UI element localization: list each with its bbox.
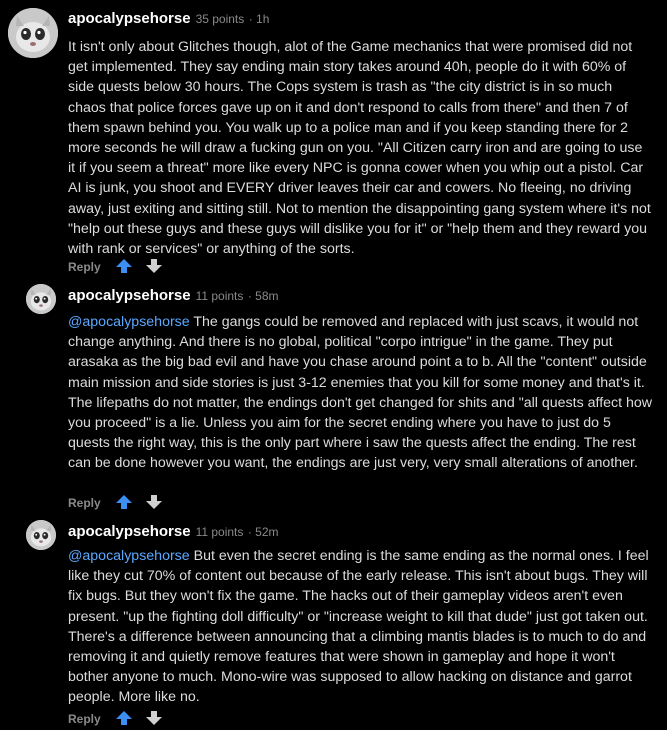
upvote-arrow-icon[interactable] <box>115 259 134 275</box>
downvote-arrow-icon[interactable] <box>145 259 164 275</box>
comment-text: It isn't only about Glitches though, alo… <box>68 39 651 258</box>
upvote-arrow-icon[interactable] <box>115 711 134 727</box>
comment-text: But even the secret ending is the same e… <box>68 548 649 706</box>
comment-text: The gangs could be removed and replaced … <box>68 314 653 472</box>
username[interactable]: apocalypsehorse <box>68 287 191 304</box>
username[interactable]: apocalypsehorse <box>68 523 191 540</box>
cat-face-icon <box>26 284 56 314</box>
reply-button[interactable]: Reply <box>68 260 101 274</box>
timestamp: · 1h <box>248 12 270 26</box>
timestamp: · 52m <box>247 525 279 539</box>
comment-header: apocalypsehorse 35 points · 1h <box>68 10 269 28</box>
comment-header: apocalypsehorse 11 points · 52m <box>68 523 279 541</box>
downvote-arrow-icon[interactable] <box>145 495 164 511</box>
comment-actions: Reply <box>68 711 164 727</box>
upvote-arrow-icon[interactable] <box>115 495 134 511</box>
reply-button[interactable]: Reply <box>68 712 101 726</box>
avatar[interactable] <box>8 8 58 58</box>
mention-link[interactable]: @apocalypsehorse <box>68 314 190 330</box>
avatar[interactable] <box>26 520 56 550</box>
comment-actions: Reply <box>68 259 164 275</box>
avatar[interactable] <box>26 284 56 314</box>
timestamp: · 58m <box>247 289 279 303</box>
comment-body: It isn't only about Glitches though, alo… <box>68 37 653 259</box>
username[interactable]: apocalypsehorse <box>68 10 191 27</box>
comment-body: @apocalypsehorse The gangs could be remo… <box>68 312 653 474</box>
points: 35 points <box>195 12 245 26</box>
comment-body: @apocalypsehorse But even the secret end… <box>68 546 653 708</box>
comment-header: apocalypsehorse 11 points · 58m <box>68 287 279 305</box>
points: 11 points <box>195 289 244 303</box>
cat-face-icon <box>8 8 58 58</box>
reply-button[interactable]: Reply <box>68 496 101 510</box>
downvote-arrow-icon[interactable] <box>145 711 164 727</box>
comment-actions: Reply <box>68 495 164 511</box>
mention-link[interactable]: @apocalypsehorse <box>68 548 190 564</box>
points: 11 points <box>195 525 244 539</box>
cat-face-icon <box>26 520 56 550</box>
